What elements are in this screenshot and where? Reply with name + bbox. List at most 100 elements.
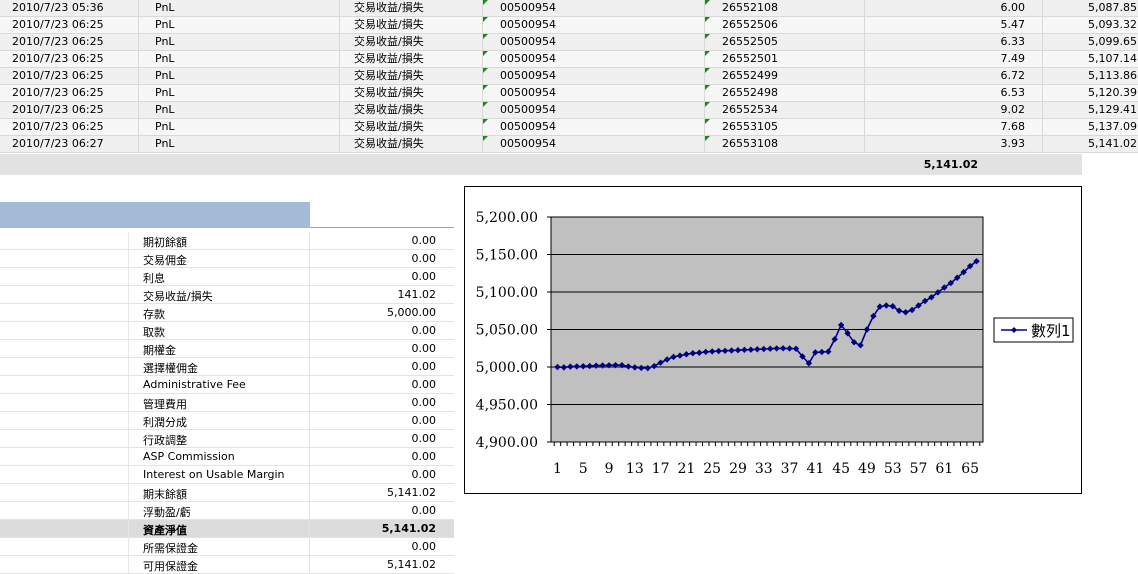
summary-label: 存款 [143, 306, 165, 322]
cell-marker-icon [483, 119, 488, 124]
cell-marker-icon [483, 34, 488, 39]
x-tick-label: 57 [910, 461, 928, 477]
row-divider [128, 286, 129, 303]
summary-value: 0.00 [412, 414, 437, 427]
summary-row: 所需保證金0.00 [0, 538, 454, 556]
x-tick-label: 65 [961, 461, 979, 477]
tx-description: 交易收益/損失 [340, 34, 483, 51]
summary-value: 0.00 [412, 324, 437, 337]
cell-marker-icon [705, 119, 710, 124]
summary-row: Interest on Usable Margin0.00 [0, 466, 454, 484]
tx-balance: 5,120.39 [1043, 85, 1138, 102]
summary-row: 期初餘額0.00 [0, 232, 454, 250]
tx-ticket-text: 26553105 [722, 120, 778, 133]
tx-date: 2010/7/23 06:25 [0, 51, 139, 68]
summary-row: 管理費用0.00 [0, 394, 454, 412]
tx-balance-text: 5,129.41 [1088, 103, 1137, 116]
tx-date: 2010/7/23 06:25 [0, 17, 139, 34]
tx-type: PnL [139, 17, 340, 34]
summary-value: 0.00 [412, 432, 437, 445]
tx-date-text: 2010/7/23 05:36 [12, 1, 104, 14]
x-tick-label: 9 [605, 461, 614, 477]
tx-type-text: PnL [155, 18, 175, 31]
tx-amount-text: 6.72 [1001, 69, 1026, 82]
total-amount: 5,141.02 [0, 158, 978, 171]
tx-amount-text: 9.02 [1001, 103, 1026, 116]
row-divider [128, 520, 129, 537]
tx-account: 00500954 [483, 119, 705, 136]
column-divider [309, 358, 310, 375]
row-divider [128, 304, 129, 321]
row-divider [128, 340, 129, 357]
x-tick-label: 17 [652, 461, 670, 477]
tx-ticket-text: 26552501 [722, 52, 778, 65]
cell-marker-icon [483, 17, 488, 22]
summary-row: 選擇權佣金0.00 [0, 358, 454, 376]
x-tick-label: 13 [626, 461, 644, 477]
tx-amount-text: 6.53 [1001, 86, 1026, 99]
tx-account: 00500954 [483, 51, 705, 68]
tx-balance-text: 5,099.65 [1088, 35, 1137, 48]
tx-type-text: PnL [155, 69, 175, 82]
tx-ticket: 26552505 [705, 34, 865, 51]
tx-description: 交易收益/損失 [340, 85, 483, 102]
summary-row: 利息0.00 [0, 268, 454, 286]
summary-value: 0.00 [412, 270, 437, 283]
y-tick-label: 5,150.00 [476, 248, 538, 264]
tx-account-text: 00500954 [500, 52, 556, 65]
tx-ticket-text: 26552499 [722, 69, 778, 82]
row-divider [128, 376, 129, 393]
cell-marker-icon [483, 85, 488, 90]
tx-ticket-text: 26553108 [722, 137, 778, 150]
summary-label: 行政調整 [143, 432, 187, 448]
summary-row: 期權金0.00 [0, 340, 454, 358]
tx-type-text: PnL [155, 35, 175, 48]
table-row: 2010/7/23 06:25PnL交易收益/損失005009542655249… [0, 68, 1138, 85]
column-divider [309, 322, 310, 339]
tx-description: 交易收益/損失 [340, 51, 483, 68]
y-tick-label: 5,000.00 [476, 360, 538, 376]
summary-row: 利潤分成0.00 [0, 412, 454, 430]
cell-marker-icon [483, 68, 488, 73]
column-divider [309, 304, 310, 321]
tx-account: 00500954 [483, 136, 705, 153]
tx-ticket: 26552506 [705, 17, 865, 34]
x-tick-label: 45 [832, 461, 850, 477]
legend-label: 數列1 [1031, 322, 1071, 340]
y-tick-label: 5,200.00 [476, 210, 538, 226]
summary-label: ASP Commission [143, 450, 235, 463]
tx-description-text: 交易收益/損失 [354, 86, 424, 99]
tx-date: 2010/7/23 06:25 [0, 34, 139, 51]
tx-type: PnL [139, 119, 340, 136]
tx-description-text: 交易收益/損失 [354, 18, 424, 31]
cell-marker-icon [705, 136, 710, 141]
cell-marker-icon [705, 51, 710, 56]
y-tick-label: 5,050.00 [476, 323, 538, 339]
table-row: 2010/7/23 06:25PnL交易收益/損失005009542655253… [0, 102, 1138, 119]
summary-value: 0.00 [412, 540, 437, 553]
cell-marker-icon [483, 0, 488, 5]
tx-description-text: 交易收益/損失 [354, 137, 424, 150]
summary-row: 可用保證金5,141.02 [0, 556, 454, 574]
summary-row: 交易收益/損失141.02 [0, 286, 454, 304]
tx-balance-text: 5,087.85 [1088, 1, 1137, 14]
summary-label: 期初餘額 [143, 234, 187, 250]
tx-ticket-text: 26552498 [722, 86, 778, 99]
tx-description: 交易收益/損失 [340, 136, 483, 153]
table-row: 2010/7/23 05:36PnL交易收益/損失005009542655210… [0, 0, 1138, 17]
balance-chart-svg: 5,200.005,150.005,100.005,050.005,000.00… [465, 187, 1081, 493]
x-tick-label: 21 [677, 461, 695, 477]
tx-amount: 5.47 [865, 17, 1043, 34]
column-divider [309, 376, 310, 393]
row-divider [128, 484, 129, 501]
column-divider [309, 232, 310, 249]
tx-date-text: 2010/7/23 06:25 [12, 120, 104, 133]
summary-value: 0.00 [412, 504, 437, 517]
tx-date-text: 2010/7/23 06:25 [12, 35, 104, 48]
tx-type: PnL [139, 102, 340, 119]
tx-account-text: 00500954 [500, 35, 556, 48]
column-divider [309, 250, 310, 267]
x-tick-label: 33 [755, 461, 773, 477]
summary-value: 0.00 [412, 450, 437, 463]
column-divider [309, 484, 310, 501]
